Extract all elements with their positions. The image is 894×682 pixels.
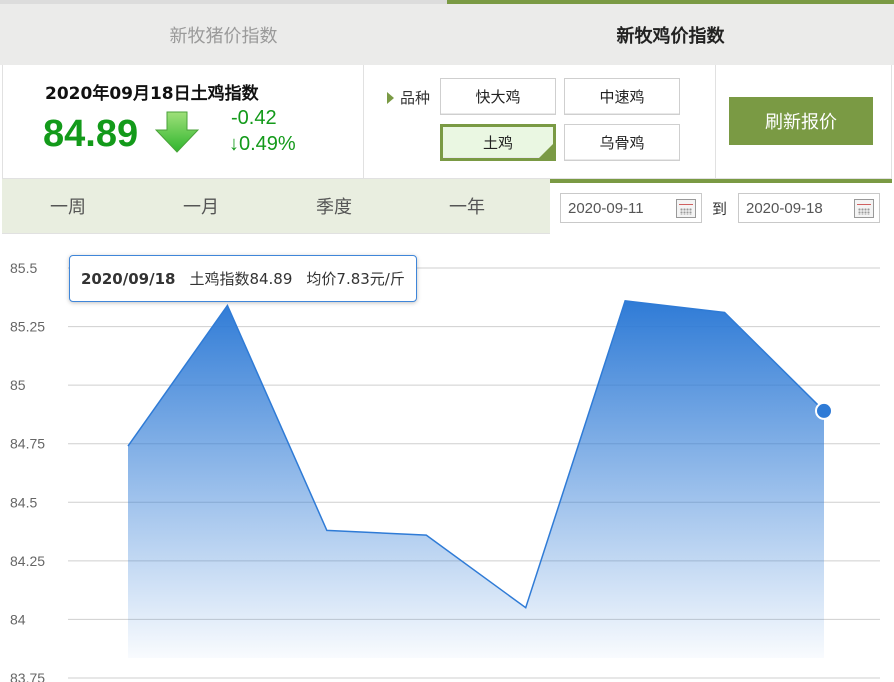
variety-button-native[interactable]: 土鸡 bbox=[440, 124, 556, 161]
calendar-icon[interactable] bbox=[854, 199, 874, 218]
period-tab-quarter[interactable]: 季度 bbox=[316, 193, 352, 219]
index-change: -0.42 bbox=[231, 107, 277, 129]
period-tab-month[interactable]: 一月 bbox=[183, 193, 219, 219]
end-date-input[interactable]: 2020-09-18 bbox=[738, 193, 880, 223]
data-point bbox=[326, 529, 328, 531]
data-point bbox=[724, 312, 726, 314]
variety-label: 品种 bbox=[387, 87, 430, 108]
y-tick-label: 84.75 bbox=[10, 436, 45, 452]
variety-button-medium[interactable]: 中速鸡 bbox=[564, 78, 680, 115]
date-to-label: 到 bbox=[712, 200, 728, 218]
down-arrow-icon bbox=[155, 111, 199, 153]
check-icon bbox=[539, 144, 553, 158]
variety-button-silkie[interactable]: 乌骨鸡 bbox=[564, 124, 680, 161]
divider bbox=[363, 65, 364, 179]
variety-label-text: 品种 bbox=[400, 89, 431, 107]
tab-chicken-index[interactable]: 新牧鸡价指数 bbox=[447, 0, 894, 65]
chart-tooltip: 2020/09/18 土鸡指数84.89 均价7.83元/斤 bbox=[69, 255, 417, 302]
period-tab-week[interactable]: 一周 bbox=[50, 193, 86, 219]
triangle-right-icon bbox=[387, 91, 394, 104]
end-date-value: 2020-09-18 bbox=[746, 199, 823, 217]
index-tabs: 新牧猪价指数 新牧鸡价指数 bbox=[0, 0, 894, 65]
y-tick-label: 85 bbox=[10, 377, 26, 393]
tooltip-average-price: 均价7.83元/斤 bbox=[306, 270, 405, 288]
series-area bbox=[128, 300, 824, 658]
start-date-value: 2020-09-11 bbox=[568, 199, 644, 217]
data-point bbox=[624, 300, 626, 302]
index-info-panel: 2020年09月18日土鸡指数 84.89 -0.42 ↓0.49% 品种 快大… bbox=[2, 65, 892, 179]
divider bbox=[715, 65, 716, 179]
data-point bbox=[226, 304, 228, 306]
tab-pig-index[interactable]: 新牧猪价指数 bbox=[0, 0, 447, 65]
data-point bbox=[525, 607, 527, 609]
calendar-icon[interactable] bbox=[676, 199, 696, 218]
data-point bbox=[127, 445, 129, 447]
y-tick-label: 84.25 bbox=[10, 553, 45, 569]
data-point-highlight bbox=[815, 401, 833, 420]
data-point bbox=[425, 534, 427, 536]
index-change-percent: ↓0.49% bbox=[229, 133, 296, 155]
y-tick-label: 84.5 bbox=[10, 494, 37, 510]
y-tick-label: 85.25 bbox=[10, 319, 45, 335]
y-tick-label: 85.5 bbox=[10, 260, 37, 276]
variety-button-native-label: 土鸡 bbox=[482, 134, 513, 152]
y-tick-label: 83.75 bbox=[10, 670, 45, 682]
tooltip-index: 土鸡指数84.89 bbox=[189, 270, 293, 288]
index-title: 2020年09月18日土鸡指数 bbox=[45, 84, 259, 104]
period-tab-year[interactable]: 一年 bbox=[449, 193, 485, 219]
index-value: 84.89 bbox=[43, 113, 139, 155]
start-date-input[interactable]: 2020-09-11 bbox=[560, 193, 702, 223]
y-tick-label: 84 bbox=[10, 611, 26, 627]
refresh-price-button[interactable]: 刷新报价 bbox=[729, 97, 873, 145]
date-range: 2020-09-11 到 2020-09-18 bbox=[550, 179, 892, 234]
tooltip-date: 2020/09/18 bbox=[81, 269, 176, 288]
variety-button-fast[interactable]: 快大鸡 bbox=[440, 78, 556, 115]
